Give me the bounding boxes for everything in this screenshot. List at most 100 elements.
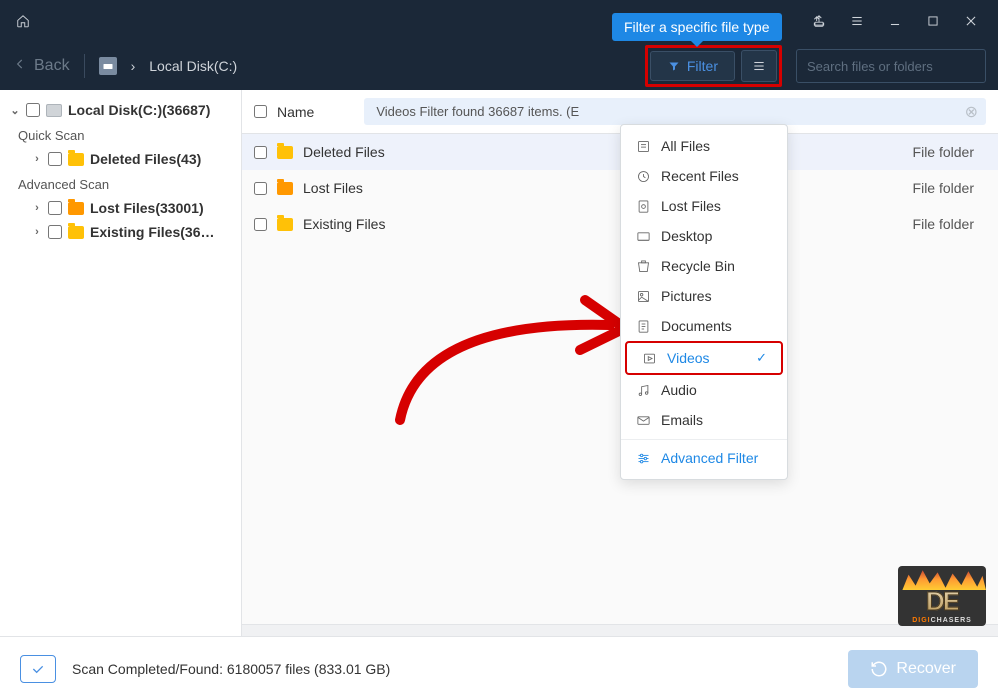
breadcrumb[interactable]: Local Disk(C:): [149, 58, 237, 74]
option-icon: [641, 350, 657, 366]
option-label: Emails: [661, 412, 703, 428]
tree-item[interactable]: › Existing Files(36…: [6, 220, 235, 244]
tree-item-label: Existing Files(36…: [90, 224, 214, 240]
tree-root-label: Local Disk(C:)(36687): [68, 102, 210, 118]
option-label: Recycle Bin: [661, 258, 735, 274]
back-button[interactable]: Back: [12, 57, 70, 76]
search-input[interactable]: [807, 59, 983, 74]
advanced-filter-option[interactable]: Advanced Filter: [621, 439, 787, 473]
close-icon[interactable]: [962, 12, 980, 30]
filter-option-desktop[interactable]: Desktop: [621, 221, 787, 251]
filter-option-documents[interactable]: Documents: [621, 311, 787, 341]
recover-button[interactable]: Recover: [848, 650, 978, 688]
scan-status: Scan Completed/Found: 6180057 files (833…: [72, 661, 390, 677]
folder-icon: [68, 226, 84, 239]
view-mode-button[interactable]: [741, 50, 777, 82]
file-name: Deleted Files: [303, 144, 385, 160]
filter-option-recycle-bin[interactable]: Recycle Bin: [621, 251, 787, 281]
filter-label: Filter: [687, 58, 718, 74]
main-panel: Name Videos Filter found 36687 items. (E…: [242, 90, 998, 636]
tree-checkbox[interactable]: [48, 201, 62, 215]
filter-option-lost-files[interactable]: Lost Files: [621, 191, 787, 221]
row-checkbox[interactable]: [254, 182, 267, 195]
title-bar: [0, 0, 998, 42]
filter-button[interactable]: Filter: [650, 51, 735, 81]
tree-item[interactable]: › Lost Files(33001): [6, 196, 235, 220]
check-icon: ✓: [756, 350, 767, 366]
tree-checkbox[interactable]: [48, 225, 62, 239]
file-type: File folder: [913, 144, 986, 160]
filter-result-banner: Videos Filter found 36687 items. (E ⊗: [364, 98, 986, 125]
filter-tooltip: Filter a specific file type: [612, 13, 782, 41]
divider: [84, 54, 85, 78]
folder-icon: [277, 182, 293, 195]
option-icon: [635, 258, 651, 274]
tree-section-quick: Quick Scan: [6, 122, 235, 147]
menu-icon[interactable]: [848, 12, 866, 30]
option-label: Lost Files: [661, 198, 721, 214]
filter-option-emails[interactable]: Emails: [621, 405, 787, 435]
watermark-logo: DE DIGICHASERS: [898, 566, 986, 626]
option-icon: [635, 412, 651, 428]
option-label: Audio: [661, 382, 697, 398]
tree-item-label: Lost Files(33001): [90, 200, 204, 216]
folder-icon: [68, 202, 84, 215]
tree-item[interactable]: › Deleted Files(43): [6, 147, 235, 171]
file-name: Lost Files: [303, 180, 363, 196]
option-label: Desktop: [661, 228, 712, 244]
option-label: Videos: [667, 350, 710, 366]
recover-label: Recover: [896, 660, 956, 678]
folder-icon: [277, 146, 293, 159]
sliders-icon: [635, 450, 651, 466]
option-icon: [635, 168, 651, 184]
option-icon: [635, 198, 651, 214]
tree-item-label: Deleted Files(43): [90, 151, 201, 167]
tree-checkbox[interactable]: [48, 152, 62, 166]
option-label: Recent Files: [661, 168, 739, 184]
file-type: File folder: [913, 216, 986, 232]
drive-icon: [46, 104, 62, 117]
row-checkbox[interactable]: [254, 146, 267, 159]
watermark-logo-text: DE: [926, 586, 958, 617]
filter-option-all-files[interactable]: All Files: [621, 131, 787, 161]
option-icon: [635, 382, 651, 398]
file-type: File folder: [913, 180, 986, 196]
tree-checkbox[interactable]: [26, 103, 40, 117]
search-box[interactable]: [796, 49, 986, 83]
filter-option-pictures[interactable]: Pictures: [621, 281, 787, 311]
advanced-filter-label: Advanced Filter: [661, 450, 758, 466]
column-name[interactable]: Name: [277, 104, 314, 120]
drive-icon: [99, 57, 117, 75]
home-icon[interactable]: [14, 12, 32, 30]
filter-group-highlight: Filter: [645, 45, 782, 87]
folder-icon: [277, 218, 293, 231]
tree-root[interactable]: ⌄ Local Disk(C:)(36687): [6, 98, 235, 122]
select-all-checkbox[interactable]: [254, 105, 267, 118]
option-icon: [635, 138, 651, 154]
footer: Scan Completed/Found: 6180057 files (833…: [0, 636, 998, 700]
back-label: Back: [34, 57, 70, 75]
scan-complete-icon: [20, 655, 56, 683]
option-label: All Files: [661, 138, 710, 154]
filter-option-audio[interactable]: Audio: [621, 375, 787, 405]
minimize-icon[interactable]: [886, 12, 904, 30]
banner-text: Videos Filter found 36687 items. (E: [376, 104, 579, 119]
horizontal-scrollbar[interactable]: [242, 624, 998, 636]
breadcrumb-sep: ›: [131, 58, 136, 74]
file-name: Existing Files: [303, 216, 385, 232]
option-icon: [635, 288, 651, 304]
banner-close-icon[interactable]: ⊗: [965, 102, 978, 122]
tree-section-advanced: Advanced Scan: [6, 171, 235, 196]
folder-icon: [68, 153, 84, 166]
sidebar: ⌄ Local Disk(C:)(36687) Quick Scan › Del…: [0, 90, 242, 636]
maximize-icon[interactable]: [924, 12, 942, 30]
option-label: Documents: [661, 318, 732, 334]
filter-dropdown: All Files Recent Files Lost Files Deskto…: [620, 124, 788, 480]
option-label: Pictures: [661, 288, 712, 304]
share-icon[interactable]: [810, 12, 828, 30]
toolbar: Back › Local Disk(C:) Filter: [0, 42, 998, 90]
row-checkbox[interactable]: [254, 218, 267, 231]
option-icon: [635, 228, 651, 244]
filter-option-recent-files[interactable]: Recent Files: [621, 161, 787, 191]
filter-option-videos[interactable]: Videos ✓: [625, 341, 783, 375]
